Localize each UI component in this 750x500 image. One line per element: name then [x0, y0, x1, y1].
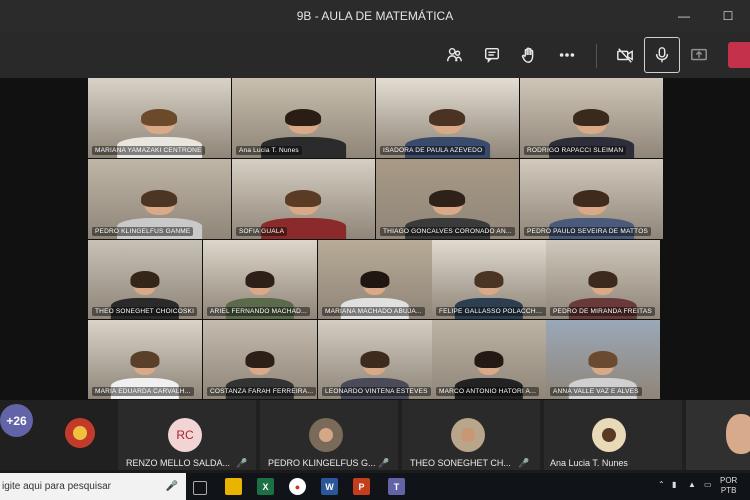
- participant-name-label: ISADORA DE PAULA AZEVEDO: [380, 146, 486, 155]
- leave-icon[interactable]: [728, 42, 750, 68]
- camera-off-icon[interactable]: [610, 41, 640, 69]
- participant-name-label: LEONARDO VINTENA ESTEVES: [322, 387, 431, 396]
- taskbar-search-input[interactable]: igite aqui para pesquisar 🎤: [0, 473, 186, 500]
- chevron-up-icon[interactable]: ⌃: [658, 480, 665, 489]
- participant-name-label: MARIA EDUARDA CARVALH...: [92, 387, 194, 396]
- share-icon[interactable]: [684, 41, 714, 69]
- avatar: [309, 418, 343, 452]
- participant-video-tile[interactable]: ANNA VALLE VAZ E ALVES: [546, 320, 660, 399]
- task-view-icon[interactable]: [193, 481, 207, 495]
- more-icon[interactable]: [552, 41, 582, 69]
- participant-name-label: THEO SONEGHET CHOICOSKI: [92, 307, 198, 316]
- participant-video-tile[interactable]: THEO SONEGHET CHOICOSKI: [88, 240, 202, 319]
- participant-name-label: COSTANZA FARAH FERREIRA...: [207, 387, 317, 396]
- excel-icon[interactable]: X: [257, 478, 274, 495]
- participant-name-label: PEDRO KLINGELFUS GANME: [92, 227, 194, 236]
- participant-video-tile[interactable]: PEDRO DE MIRANDA FREITAS: [546, 240, 660, 319]
- participant-video-tile[interactable]: SOFIA GUALA: [232, 159, 375, 239]
- language-indicator[interactable]: POR PTB: [720, 476, 737, 496]
- participant-video-tile[interactable]: MARIA EDUARDA CARVALH...: [88, 320, 202, 399]
- toolbar-divider: [596, 44, 597, 68]
- participant-video-tile[interactable]: Ana Lucia T. Nunes: [232, 78, 375, 158]
- participant-video-tile[interactable]: ISADORA DE PAULA AZEVEDO: [376, 78, 519, 158]
- battery-icon[interactable]: ▭: [704, 480, 712, 489]
- participant-name-label: MARCO ANTONIO HATORI A...: [436, 387, 540, 396]
- mic-muted-icon: 🎤: [518, 458, 530, 468]
- participant-name-label: ARIEL FERNANDO MACHAD...: [207, 307, 311, 316]
- participant-name-label: MARIANA MACHADO ABUJA...: [322, 307, 425, 316]
- participant-name-label: PEDRO PAULO SEVEIRA DE MATTOS: [524, 227, 652, 236]
- teams-icon[interactable]: T: [388, 478, 405, 495]
- participant-video-tile[interactable]: PEDRO PAULO SEVEIRA DE MATTOS: [520, 159, 663, 239]
- participant-name-label: PEDRO DE MIRANDA FREITAS: [550, 307, 655, 316]
- avatar: RC: [168, 418, 202, 452]
- tray-participant-name: Ana Lucia T. Nunes: [550, 458, 628, 468]
- participant-video-tile[interactable]: RODRIGO RAPACCI SLEIMAN: [520, 78, 663, 158]
- participant-name-label: FELIPE GALLASSO POLACCHINI: [436, 307, 546, 316]
- mic-muted-icon: 🎤: [236, 458, 248, 468]
- tray-participant-name: THEO SONEGHET CH...: [410, 458, 511, 468]
- window-title: 9B - AULA DE MATEMÁTICA: [296, 9, 454, 23]
- tray-tile-self[interactable]: [686, 400, 750, 470]
- participant-video-tile[interactable]: FELIPE GALLASSO POLACCHINI: [432, 240, 546, 319]
- file-explorer-icon[interactable]: [225, 478, 242, 495]
- tray-participant-name: RENZO MELLO SALDA...: [126, 458, 231, 468]
- powerpoint-icon[interactable]: P: [353, 478, 370, 495]
- participant-name-label: MARIANA YAMAZAKI CENTRONE: [92, 146, 205, 155]
- maximize-icon[interactable]: ☐: [706, 0, 750, 32]
- avatar: [592, 418, 626, 452]
- raise-hand-icon[interactable]: [514, 41, 544, 69]
- avatar: [451, 418, 485, 452]
- participant-video-tile[interactable]: ARIEL FERNANDO MACHAD...: [203, 240, 317, 319]
- participant-video-tile[interactable]: LEONARDO VINTENA ESTEVES: [318, 320, 432, 399]
- title-bar: 9B - AULA DE MATEMÁTICA — ☐: [0, 0, 750, 32]
- participant-name-label: RODRIGO RAPACCI SLEIMAN: [524, 146, 627, 155]
- participant-video-tile[interactable]: MARCO ANTONIO HATORI A...: [432, 320, 546, 399]
- participant-video-tile[interactable]: THIAGO GONCALVES CORONADO AN...: [376, 159, 519, 239]
- participant-video-tile[interactable]: COSTANZA FARAH FERREIRA...: [203, 320, 317, 399]
- network-icon[interactable]: ▮: [672, 480, 676, 489]
- chat-icon[interactable]: [477, 41, 507, 69]
- overflow-count-badge[interactable]: +26: [0, 404, 33, 437]
- minimize-icon[interactable]: —: [662, 0, 706, 32]
- avatar: [65, 418, 95, 448]
- participants-icon[interactable]: [439, 41, 469, 69]
- participant-video-tile[interactable]: MARIANA MACHADO ABUJA...: [318, 240, 432, 319]
- window-controls: — ☐: [662, 0, 750, 32]
- tray-tile-avatar[interactable]: [56, 400, 96, 470]
- participant-name-label: Ana Lucia T. Nunes: [236, 146, 302, 155]
- participant-name-label: ANNA VALLE VAZ E ALVES: [550, 387, 642, 396]
- volume-icon[interactable]: ▲: [688, 480, 696, 489]
- participant-video-tile[interactable]: MARIANA YAMAZAKI CENTRONE: [88, 78, 231, 158]
- mic-muted-icon: 🎤: [378, 458, 390, 468]
- meeting-toolbar: [0, 32, 750, 78]
- microphone-icon[interactable]: [644, 37, 680, 73]
- word-icon[interactable]: W: [321, 478, 338, 495]
- participant-name-label: SOFIA GUALA: [236, 227, 288, 236]
- participant-video-tile[interactable]: PEDRO KLINGELFUS GANME: [88, 159, 231, 239]
- chrome-icon[interactable]: ●: [289, 478, 306, 495]
- microphone-icon: 🎤: [165, 481, 178, 492]
- tray-participant-name: PEDRO KLINGELFUS G...: [268, 458, 376, 468]
- participant-name-label: THIAGO GONCALVES CORONADO AN...: [380, 227, 515, 236]
